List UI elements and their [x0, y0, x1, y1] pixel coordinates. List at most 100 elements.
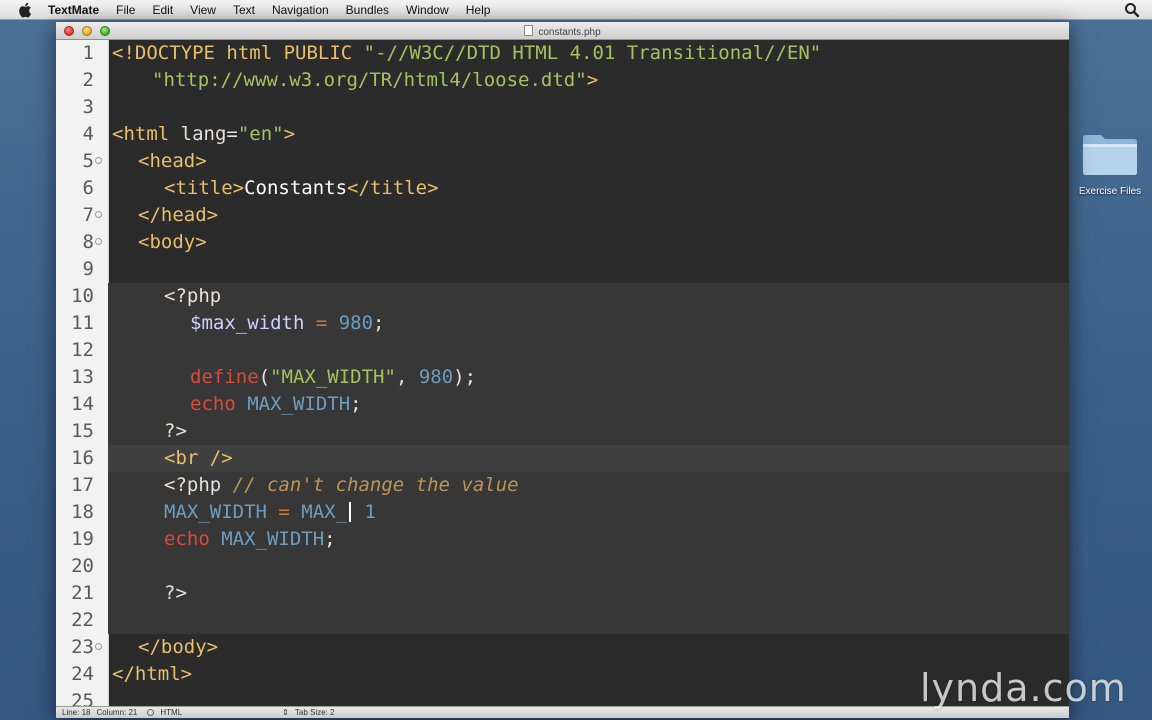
code-line: "http://www.w3.org/TR/html4/loose.dtd">: [152, 67, 598, 94]
language-selector[interactable]: HTML: [160, 708, 182, 717]
menu-window[interactable]: Window: [406, 3, 449, 17]
code-token: </body>: [138, 636, 219, 658]
code-token: "en": [237, 123, 284, 145]
window-titlebar[interactable]: constants.php: [56, 22, 1069, 40]
watermark-logo: lynda.com: [920, 666, 1127, 710]
text-cursor: [349, 502, 352, 522]
line-number: 7: [82, 204, 94, 226]
code-token: ,: [395, 366, 419, 388]
folder-label: Exercise Files: [1078, 186, 1142, 197]
code-token: </html>: [112, 663, 193, 685]
code-token: define: [190, 366, 259, 388]
desktop: TextMate File Edit View Text Navigation …: [0, 0, 1152, 720]
menu-help[interactable]: Help: [466, 3, 491, 17]
folder-icon: [1081, 132, 1139, 176]
textmate-window: constants.php 1 2 3 4 5 6 7 8 9 10 11 12…: [56, 22, 1069, 718]
line-number: 22: [71, 609, 94, 631]
line-number: 11: [71, 312, 94, 334]
php-block-bg: [56, 337, 1069, 364]
php-block-bg: [56, 580, 1069, 607]
code-token: MAX_: [301, 501, 348, 523]
code-token: ;: [373, 312, 385, 334]
code-line: <body>: [138, 229, 207, 256]
apple-menu-icon[interactable]: [18, 2, 32, 18]
code-token: (: [258, 366, 271, 388]
symbol-popup-icon[interactable]: ⇕: [282, 708, 289, 717]
line-number: 21: [71, 582, 94, 604]
code-token: "-//W3C//DTD HTML 4.01 Transitional//EN": [363, 42, 822, 64]
line-number: 3: [82, 96, 94, 118]
code-token: >: [586, 69, 599, 91]
code-token: =: [304, 312, 339, 334]
code-token: Constants: [244, 177, 348, 199]
code-token: </head>: [138, 204, 219, 226]
line-number: 25: [71, 690, 94, 706]
code-token: <br />: [164, 447, 233, 469]
code-token: <body>: [138, 231, 207, 253]
code-token: );: [453, 366, 477, 388]
code-line: </head>: [138, 202, 218, 229]
status-column: Column: 21: [96, 708, 138, 717]
spotlight-search-icon[interactable]: [1124, 2, 1140, 18]
code-line: <title>Constants</title>: [164, 175, 439, 202]
code-token: <?php: [164, 474, 222, 496]
code-token: =: [266, 501, 302, 523]
menu-view[interactable]: View: [190, 3, 216, 17]
code-line: MAX_WIDTH = MAX_ 1: [164, 499, 376, 526]
desktop-folder-exercise-files[interactable]: Exercise Files: [1070, 132, 1150, 197]
code-token: 1: [353, 501, 376, 523]
fold-marker-icon[interactable]: [95, 643, 102, 650]
code-line: <br />: [164, 445, 233, 472]
line-number: 19: [71, 528, 94, 550]
code-line: ?>: [164, 418, 187, 445]
code-token: echo: [190, 393, 236, 415]
line-number: 9: [82, 258, 94, 280]
code-token: <!DOCTYPE html PUBLIC: [112, 42, 364, 64]
code-token: MAX_WIDTH: [164, 501, 267, 523]
line-number: 23: [71, 636, 94, 658]
tab-size-selector[interactable]: Tab Size: 2: [295, 708, 335, 717]
line-number: 6: [82, 177, 94, 199]
code-token: ?>: [164, 420, 187, 442]
code-token: 980: [338, 312, 374, 334]
menu-text[interactable]: Text: [233, 3, 255, 17]
code-token: // can't change the value: [221, 474, 519, 496]
fold-marker-icon[interactable]: [95, 238, 102, 245]
php-block-bg: [56, 553, 1069, 580]
code-token: <?php: [164, 285, 222, 307]
line-number: 12: [71, 339, 94, 361]
line-number: 5: [82, 150, 94, 172]
fold-marker-icon[interactable]: [95, 211, 102, 218]
line-number: 20: [71, 555, 94, 577]
code-line: <!DOCTYPE html PUBLIC "-//W3C//DTD HTML …: [112, 40, 821, 67]
menu-edit[interactable]: Edit: [152, 3, 173, 17]
menu-bar: TextMate File Edit View Text Navigation …: [0, 0, 1152, 20]
code-token: ?>: [164, 582, 187, 604]
status-bar: Line: 18 Column: 21 HTML ⇕ Tab Size: 2: [56, 706, 1069, 718]
code-token: lang=: [180, 123, 238, 145]
code-token: </title>: [347, 177, 439, 199]
line-number: 4: [82, 123, 94, 145]
line-number: 17: [71, 474, 94, 496]
code-token: $max_width: [190, 312, 305, 334]
fold-marker-icon[interactable]: [95, 157, 102, 164]
code-line: <?php // can't change the value: [164, 472, 519, 499]
line-number: 13: [71, 366, 94, 388]
menu-file[interactable]: File: [116, 3, 135, 17]
line-number: 15: [71, 420, 94, 442]
code-token: <title>: [164, 177, 245, 199]
menu-navigation[interactable]: Navigation: [272, 3, 329, 17]
code-editor[interactable]: 1 2 3 4 5 6 7 8 9 10 11 12 13 14 15 16 1…: [56, 40, 1069, 706]
code-token: MAX_WIDTH: [209, 528, 325, 550]
window-title: constants.php: [56, 25, 1069, 38]
code-line: $max_width = 980;: [190, 310, 385, 337]
menu-bundles[interactable]: Bundles: [346, 3, 389, 17]
code-line: <?php: [164, 283, 221, 310]
code-token: ;: [324, 528, 336, 550]
gear-icon[interactable]: [147, 709, 155, 716]
code-line: <head>: [138, 148, 207, 175]
line-number: 18: [71, 501, 94, 523]
menu-app-name[interactable]: TextMate: [48, 3, 99, 17]
code-token: >: [283, 123, 296, 145]
code-line: ?>: [164, 580, 187, 607]
